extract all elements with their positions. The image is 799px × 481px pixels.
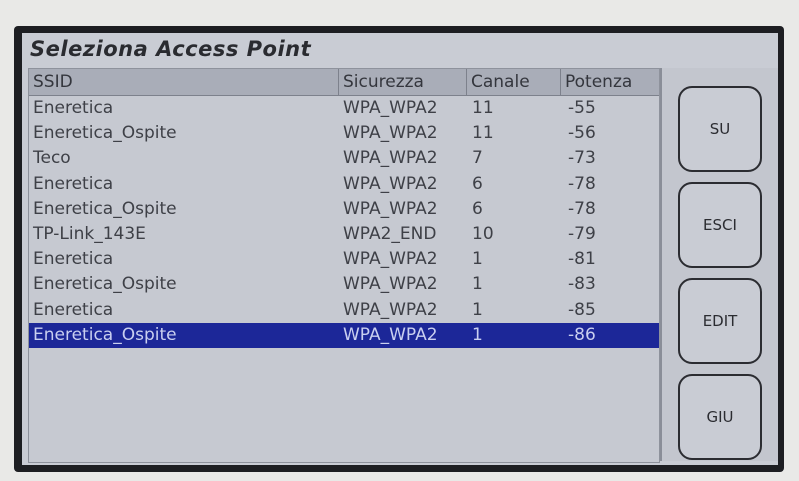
table-row[interactable]: Eneretica_Ospite WPA_WPA2 11 -56 bbox=[29, 121, 659, 146]
cell-ssid: Eneretica bbox=[33, 249, 114, 270]
cell-power: -56 bbox=[568, 123, 596, 144]
cell-power: -78 bbox=[568, 198, 596, 219]
up-button[interactable]: SU bbox=[678, 86, 762, 172]
column-header-power[interactable]: Potenza bbox=[561, 69, 659, 95]
cell-channel: 6 bbox=[472, 198, 483, 219]
cell-security: WPA_WPA2 bbox=[343, 173, 438, 194]
table-row[interactable]: Eneretica WPA_WPA2 1 -85 bbox=[29, 298, 659, 323]
cell-security: WPA_WPA2 bbox=[343, 249, 438, 270]
cell-security: WPA_WPA2 bbox=[343, 324, 438, 345]
cell-security: WPA_WPA2 bbox=[343, 299, 438, 320]
cell-channel: 6 bbox=[472, 173, 483, 194]
cell-security: WPA2_END bbox=[343, 223, 437, 244]
cell-power: -55 bbox=[568, 98, 596, 118]
cell-ssid: Eneretica bbox=[33, 299, 114, 320]
table-body: Eneretica WPA_WPA2 11 -55 Eneretica_Ospite WP… bbox=[29, 96, 659, 348]
cell-security: WPA_WPA2 bbox=[343, 98, 438, 118]
cell-ssid: Teco bbox=[33, 148, 71, 169]
cell-power: -83 bbox=[568, 274, 596, 295]
table-row[interactable]: Eneretica_Ospite WPA_WPA2 1 -86 bbox=[29, 322, 659, 348]
edit-button[interactable]: EDIT bbox=[678, 278, 762, 364]
cell-ssid: Eneretica bbox=[33, 173, 114, 194]
cell-channel: 7 bbox=[472, 148, 483, 169]
cell-channel: 11 bbox=[472, 98, 494, 118]
table-row[interactable]: Eneretica_Ospite WPA_WPA2 1 -83 bbox=[29, 272, 659, 297]
table-row[interactable]: Teco WPA_WPA2 7 -73 bbox=[29, 146, 659, 171]
cell-power: -86 bbox=[568, 324, 596, 345]
cell-security: WPA_WPA2 bbox=[343, 148, 438, 169]
table-row[interactable]: Eneretica WPA_WPA2 11 -55 bbox=[29, 96, 659, 121]
cell-security: WPA_WPA2 bbox=[343, 198, 438, 219]
cell-ssid: Eneretica_Ospite bbox=[33, 274, 177, 295]
cell-ssid: Eneretica_Ospite bbox=[33, 198, 177, 219]
touch-screen: Seleziona Access Point SSID Sicurezza Ca… bbox=[22, 33, 778, 465]
cell-channel: 1 bbox=[472, 274, 483, 295]
cell-ssid: Eneretica_Ospite bbox=[33, 123, 177, 144]
table-header: SSID Sicurezza Canale Potenza bbox=[29, 69, 659, 96]
table-row[interactable]: Eneretica WPA_WPA2 6 -78 bbox=[29, 172, 659, 197]
cell-power: -79 bbox=[568, 223, 596, 244]
access-point-table: SSID Sicurezza Canale Potenza Eneretica W… bbox=[28, 68, 660, 463]
cell-ssid: Eneretica bbox=[33, 98, 114, 118]
column-header-ssid[interactable]: SSID bbox=[29, 69, 339, 95]
table-row[interactable]: Eneretica_Ospite WPA_WPA2 6 -78 bbox=[29, 197, 659, 222]
cell-power: -85 bbox=[568, 299, 596, 320]
cell-channel: 1 bbox=[472, 249, 483, 270]
table-row[interactable]: TP-Link_143E WPA2_END 10 -79 bbox=[29, 222, 659, 247]
cell-channel: 1 bbox=[472, 299, 483, 320]
cell-security: WPA_WPA2 bbox=[343, 123, 438, 144]
table-row[interactable]: Eneretica WPA_WPA2 1 -81 bbox=[29, 247, 659, 272]
button-panel: SU ESCI EDIT GIU bbox=[660, 68, 778, 461]
cell-power: -73 bbox=[568, 148, 596, 169]
cell-power: -81 bbox=[568, 249, 596, 270]
cell-power: -78 bbox=[568, 173, 596, 194]
cell-security: WPA_WPA2 bbox=[343, 274, 438, 295]
cell-channel: 1 bbox=[472, 324, 483, 345]
cell-channel: 11 bbox=[472, 123, 494, 144]
exit-button[interactable]: ESCI bbox=[678, 182, 762, 268]
page-title: Seleziona Access Point bbox=[30, 37, 312, 61]
cell-channel: 10 bbox=[472, 223, 494, 244]
column-header-channel[interactable]: Canale bbox=[467, 69, 561, 95]
column-header-security[interactable]: Sicurezza bbox=[339, 69, 467, 95]
down-button[interactable]: GIU bbox=[678, 374, 762, 460]
cell-ssid: Eneretica_Ospite bbox=[33, 324, 177, 345]
cell-ssid: TP-Link_143E bbox=[33, 223, 146, 244]
